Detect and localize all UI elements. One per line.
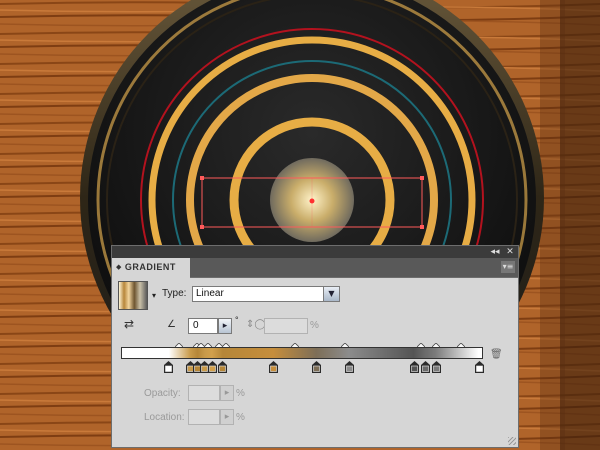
gradient-stop[interactable] [207, 360, 217, 378]
type-select[interactable]: Linear ▼ [192, 286, 340, 302]
opacity-percent: % [236, 388, 245, 399]
type-label: Type: [162, 288, 187, 299]
delete-stop-icon[interactable]: 🗑 [490, 349, 503, 360]
chevron-down-icon[interactable]: ▼ [323, 287, 339, 301]
location-label: Location: [144, 412, 185, 423]
angle-input[interactable]: 0 [188, 318, 218, 334]
gradient-stop[interactable] [431, 360, 441, 378]
angle-icon: ∠ [167, 319, 176, 330]
gradient-panel: ◂◂ ✕ ◆ GRADIENT ▾≡ ▾ Type: Linear ▼ ⇄ ∠ 0… [111, 245, 519, 448]
type-value: Linear [196, 288, 224, 299]
degree-symbol: ° [235, 315, 239, 325]
gradient-slider[interactable] [121, 347, 483, 359]
tab-arrows-icon: ◆ [116, 263, 122, 271]
tab-gradient[interactable]: ◆ GRADIENT [112, 258, 190, 278]
aspect-ratio-icon: ⇕◯ [246, 319, 266, 330]
opacity-input[interactable] [188, 385, 220, 401]
reverse-gradient-icon[interactable]: ⇄ [124, 318, 134, 330]
panel-titlebar[interactable]: ◂◂ ✕ [112, 246, 518, 258]
gradient-stop[interactable] [410, 360, 420, 378]
gradient-stop[interactable] [345, 360, 355, 378]
gradient-stop[interactable] [421, 360, 431, 378]
gradient-swatch[interactable] [118, 281, 148, 310]
opacity-dropdown-button[interactable]: ▸ [220, 385, 234, 401]
gradient-stop[interactable] [269, 360, 279, 378]
gradient-stop[interactable] [475, 360, 485, 378]
gradient-stop[interactable] [218, 360, 228, 378]
opacity-label: Opacity: [144, 388, 181, 399]
tab-gradient-label: GRADIENT [124, 262, 176, 272]
gradient-stop[interactable] [312, 360, 322, 378]
aspect-ratio-input[interactable] [264, 318, 308, 334]
panel-menu-icon[interactable]: ▾≡ [501, 261, 515, 273]
gradient-stop[interactable] [164, 360, 174, 378]
resize-grip[interactable] [508, 437, 516, 445]
collapse-icon[interactable]: ◂◂ [488, 246, 502, 258]
angle-dropdown-button[interactable]: ▸ [218, 318, 232, 334]
panel-tab-row: ◆ GRADIENT ▾≡ [112, 258, 518, 278]
aspect-percent: % [310, 320, 319, 331]
location-dropdown-button[interactable]: ▸ [220, 409, 234, 425]
location-percent: % [236, 412, 245, 423]
close-icon[interactable]: ✕ [503, 246, 517, 258]
location-input[interactable] [188, 409, 220, 425]
swatch-dropdown-icon[interactable]: ▾ [149, 281, 159, 310]
